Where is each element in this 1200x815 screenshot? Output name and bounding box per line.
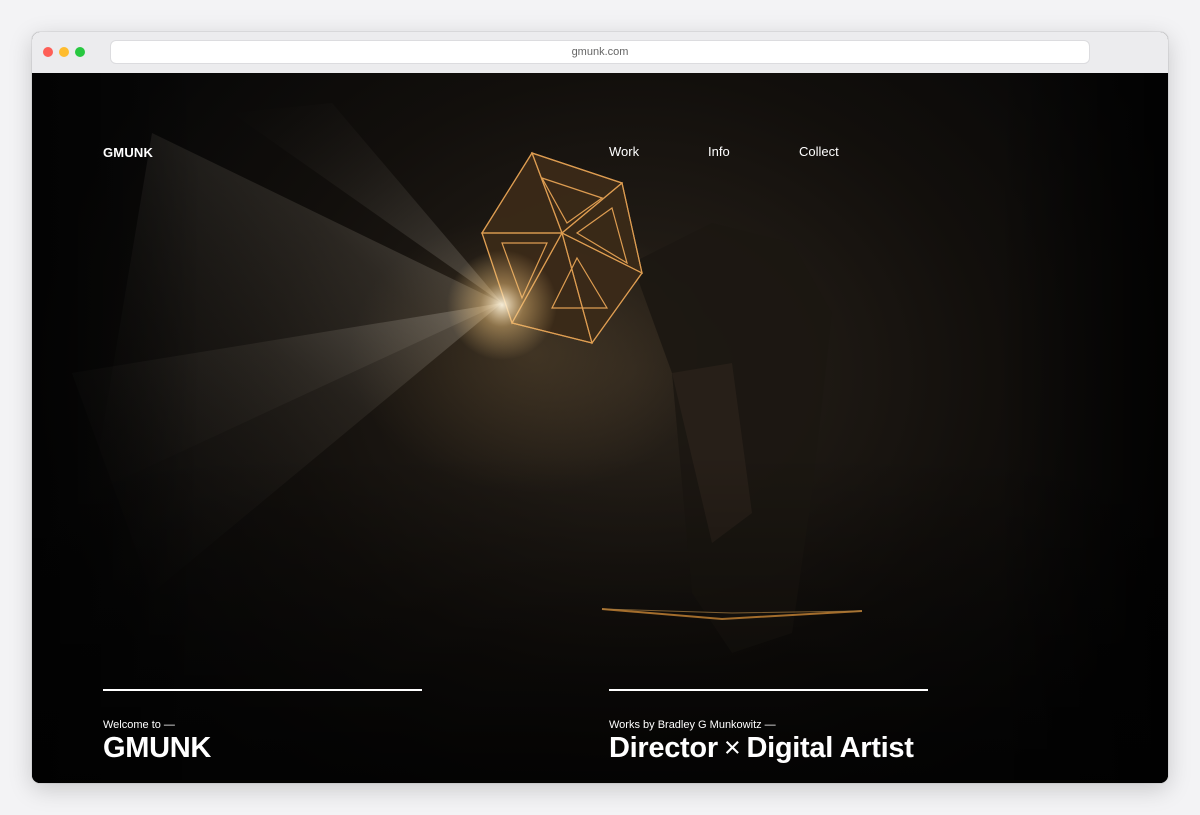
role-director: Director xyxy=(609,732,718,764)
nav-info-link[interactable]: Info xyxy=(708,144,730,159)
site-logo[interactable]: GMUNK xyxy=(103,145,153,160)
maximize-window-button[interactable] xyxy=(75,47,85,57)
browser-toolbar: gmunk.com xyxy=(32,32,1168,74)
times-separator-icon: × xyxy=(723,732,741,764)
hero-background-image xyxy=(32,73,1168,783)
address-bar[interactable]: gmunk.com xyxy=(111,41,1089,63)
page-viewport: GMUNK Work Info Collect Welcome to — GMU… xyxy=(32,73,1168,783)
nav-collect-link[interactable]: Collect xyxy=(799,144,839,159)
divider-left xyxy=(103,689,422,691)
close-window-button[interactable] xyxy=(43,47,53,57)
browser-window: gmunk.com GMUNK Work Info Collect Welcom… xyxy=(32,32,1168,783)
divider-right xyxy=(609,689,928,691)
role-title: Director × Digital Artist xyxy=(609,732,914,765)
welcome-kicker: Welcome to — xyxy=(103,719,175,731)
role-digital-artist: Digital Artist xyxy=(746,732,914,764)
works-by-kicker: Works by Bradley G Munkowitz — xyxy=(609,719,776,731)
welcome-title: GMUNK xyxy=(103,732,212,764)
minimize-window-button[interactable] xyxy=(59,47,69,57)
nav-work-link[interactable]: Work xyxy=(609,144,639,159)
